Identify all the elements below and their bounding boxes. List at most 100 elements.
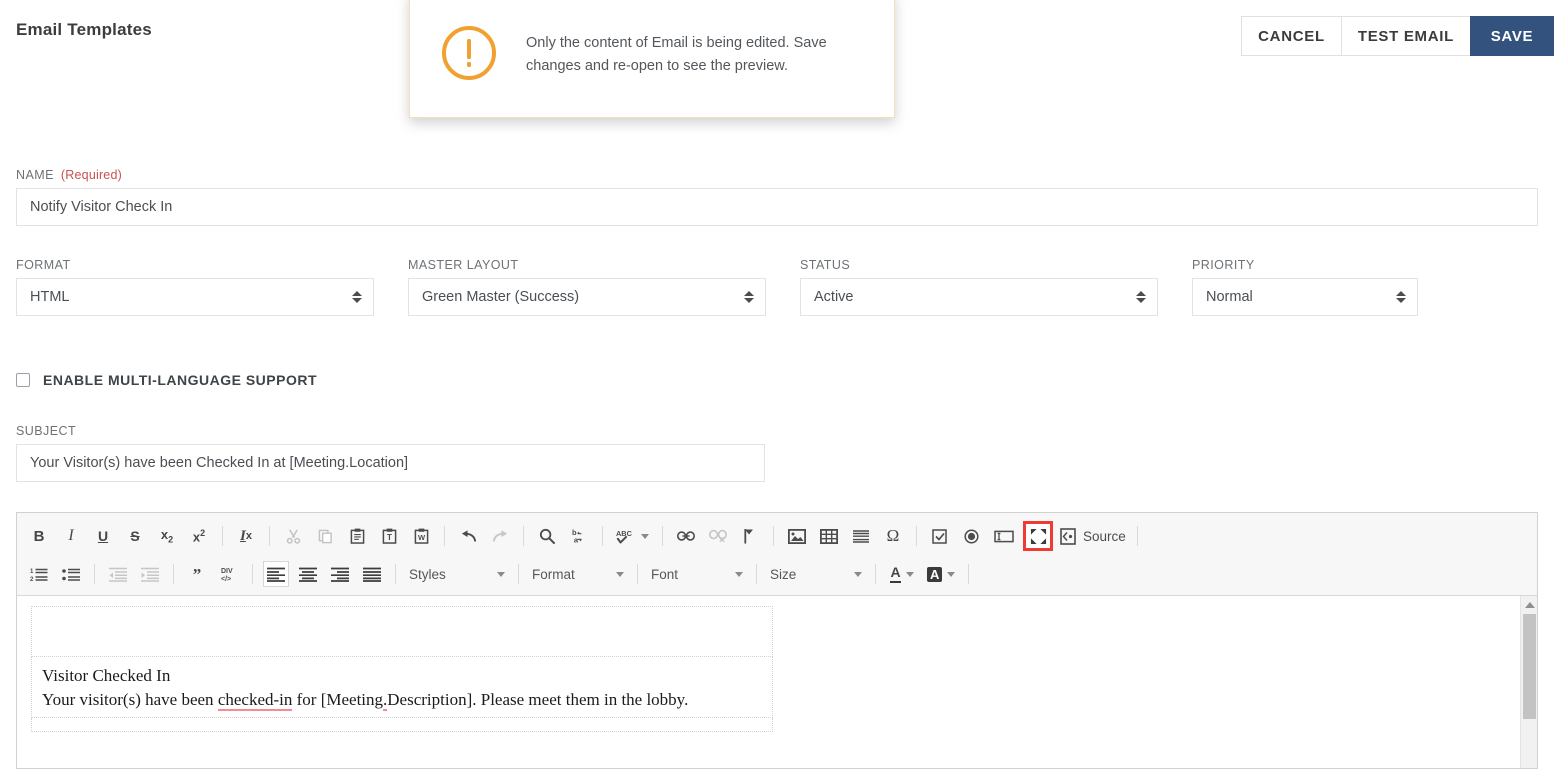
- unlink-icon[interactable]: [705, 523, 731, 549]
- align-center-icon[interactable]: [295, 561, 321, 587]
- text-color-icon[interactable]: A: [886, 561, 918, 587]
- replace-icon[interactable]: ba: [566, 523, 592, 549]
- copy-icon[interactable]: [312, 523, 338, 549]
- table-row: [31, 717, 773, 732]
- svg-text:ABC: ABC: [616, 529, 633, 538]
- numbered-list-icon[interactable]: 12: [26, 561, 52, 587]
- editor-toolbar-row-2: 12 ” DIV </> Styles Format Font Size A A: [23, 555, 1531, 593]
- horizontal-rule-icon[interactable]: [848, 523, 874, 549]
- spellcheck-icon[interactable]: ABC: [613, 523, 652, 549]
- editor-document[interactable]: Visitor Checked In Your visitor(s) have …: [17, 596, 1520, 768]
- size-dropdown[interactable]: Size: [766, 561, 866, 587]
- template-attributes-row: FORMAT HTML MASTER LAYOUT Green Master (…: [16, 258, 1538, 316]
- svg-text:W: W: [417, 533, 425, 542]
- font-dropdown[interactable]: Font: [647, 561, 747, 587]
- email-content-cell[interactable]: Visitor Checked In Your visitor(s) have …: [31, 656, 773, 718]
- font-dropdown-label: Font: [651, 566, 679, 582]
- align-left-icon[interactable]: [263, 561, 289, 587]
- background-color-icon[interactable]: A: [924, 561, 958, 587]
- enable-multi-language-checkbox[interactable]: [16, 373, 30, 387]
- test-email-button[interactable]: TEST EMAIL: [1340, 16, 1471, 56]
- email-footer-cell[interactable]: [31, 717, 773, 732]
- format-label: FORMAT: [16, 258, 71, 272]
- chevron-updown-icon: [1396, 291, 1406, 303]
- name-input[interactable]: [16, 188, 1538, 226]
- email-paragraph-before: Your visitor(s) have been: [42, 690, 218, 709]
- paste-from-word-icon[interactable]: W: [408, 523, 434, 549]
- chevron-updown-icon: [744, 291, 754, 303]
- status-label: STATUS: [800, 258, 851, 272]
- table-row: [31, 606, 773, 657]
- master-layout-select[interactable]: Green Master (Success): [408, 278, 766, 316]
- redo-icon[interactable]: [487, 523, 513, 549]
- email-header-cell[interactable]: [31, 606, 773, 657]
- blockquote-icon[interactable]: ”: [184, 561, 210, 587]
- styles-dropdown[interactable]: Styles: [405, 561, 509, 587]
- remove-format-icon[interactable]: Ix: [233, 523, 259, 549]
- toolbar-separator: [1136, 526, 1138, 546]
- toolbar-separator: [269, 526, 270, 546]
- image-icon[interactable]: [784, 523, 810, 549]
- email-heading[interactable]: Visitor Checked In: [40, 663, 764, 688]
- scroll-up-arrow-icon[interactable]: [1521, 596, 1537, 613]
- table-icon[interactable]: [816, 523, 842, 549]
- bulleted-list-icon[interactable]: [58, 561, 84, 587]
- misspelled-word[interactable]: checked-in: [217, 690, 293, 711]
- find-icon[interactable]: [534, 523, 560, 549]
- edit-notice-text: Only the content of Email is being edite…: [526, 32, 866, 79]
- paste-icon[interactable]: [344, 523, 370, 549]
- multilanguage-row: ENABLE MULTI-LANGUAGE SUPPORT: [16, 372, 317, 388]
- radio-field-icon[interactable]: [959, 523, 985, 549]
- header-actions: CANCEL TEST EMAIL SAVE: [1241, 16, 1554, 56]
- create-div-icon[interactable]: DIV </>: [216, 561, 242, 587]
- status-select[interactable]: Active: [800, 278, 1158, 316]
- toolbar-separator: [444, 526, 445, 546]
- table-row: Visitor Checked In Your visitor(s) have …: [31, 656, 773, 718]
- subject-input[interactable]: [16, 444, 765, 482]
- source-button-label: Source: [1083, 528, 1126, 544]
- name-field-group: NAME (Required): [16, 168, 1538, 226]
- toolbar-separator: [523, 526, 524, 546]
- format-select[interactable]: HTML: [16, 278, 374, 316]
- anchor-icon[interactable]: [737, 523, 763, 549]
- cut-icon[interactable]: [280, 523, 306, 549]
- italic-icon[interactable]: I: [58, 523, 84, 549]
- checkbox-field-icon[interactable]: [927, 523, 953, 549]
- subscript-icon[interactable]: x2: [154, 523, 180, 549]
- priority-select[interactable]: Normal: [1192, 278, 1418, 316]
- chevron-down-icon: [905, 571, 914, 577]
- text-field-icon[interactable]: [991, 523, 1017, 549]
- link-icon[interactable]: [673, 523, 699, 549]
- strikethrough-icon[interactable]: S: [122, 523, 148, 549]
- rich-text-editor: B I U S x2 x2 Ix T W b a ABC Ω Source 1 …: [16, 512, 1538, 769]
- save-button[interactable]: SAVE: [1470, 16, 1554, 56]
- special-character-icon[interactable]: Ω: [880, 523, 906, 549]
- justify-icon[interactable]: [359, 561, 385, 587]
- bold-icon[interactable]: B: [26, 523, 52, 549]
- format-dropdown[interactable]: Format: [528, 561, 628, 587]
- email-paragraph-after-2: Description]. Please meet them in the lo…: [387, 690, 689, 709]
- maximize-icon[interactable]: [1023, 521, 1053, 551]
- source-button[interactable]: Source: [1060, 527, 1126, 545]
- priority-select-value: Normal: [1206, 289, 1253, 305]
- edit-notice-line2: changes and re-open to see the preview.: [526, 58, 788, 74]
- toolbar-separator: [662, 526, 663, 546]
- cancel-button[interactable]: CANCEL: [1241, 16, 1342, 56]
- email-paragraph[interactable]: Your visitor(s) have been checked-in for…: [40, 688, 764, 713]
- priority-label: PRIORITY: [1192, 258, 1255, 272]
- editor-content-area[interactable]: Visitor Checked In Your visitor(s) have …: [17, 596, 1537, 768]
- format-dropdown-label: Format: [532, 566, 575, 582]
- scrollbar-thumb[interactable]: [1523, 614, 1536, 719]
- superscript-icon[interactable]: x2: [186, 523, 212, 549]
- paste-as-plain-text-icon[interactable]: T: [376, 523, 402, 549]
- align-right-icon[interactable]: [327, 561, 353, 587]
- editor-vertical-scrollbar[interactable]: [1520, 596, 1537, 768]
- svg-text:2: 2: [30, 577, 34, 582]
- increase-indent-icon[interactable]: [137, 561, 163, 587]
- undo-icon[interactable]: [455, 523, 481, 549]
- toolbar-separator: [968, 564, 970, 584]
- underline-icon[interactable]: U: [90, 523, 116, 549]
- chevron-down-icon: [947, 571, 956, 577]
- svg-text:DIV: DIV: [221, 568, 233, 575]
- decrease-indent-icon[interactable]: [105, 561, 131, 587]
